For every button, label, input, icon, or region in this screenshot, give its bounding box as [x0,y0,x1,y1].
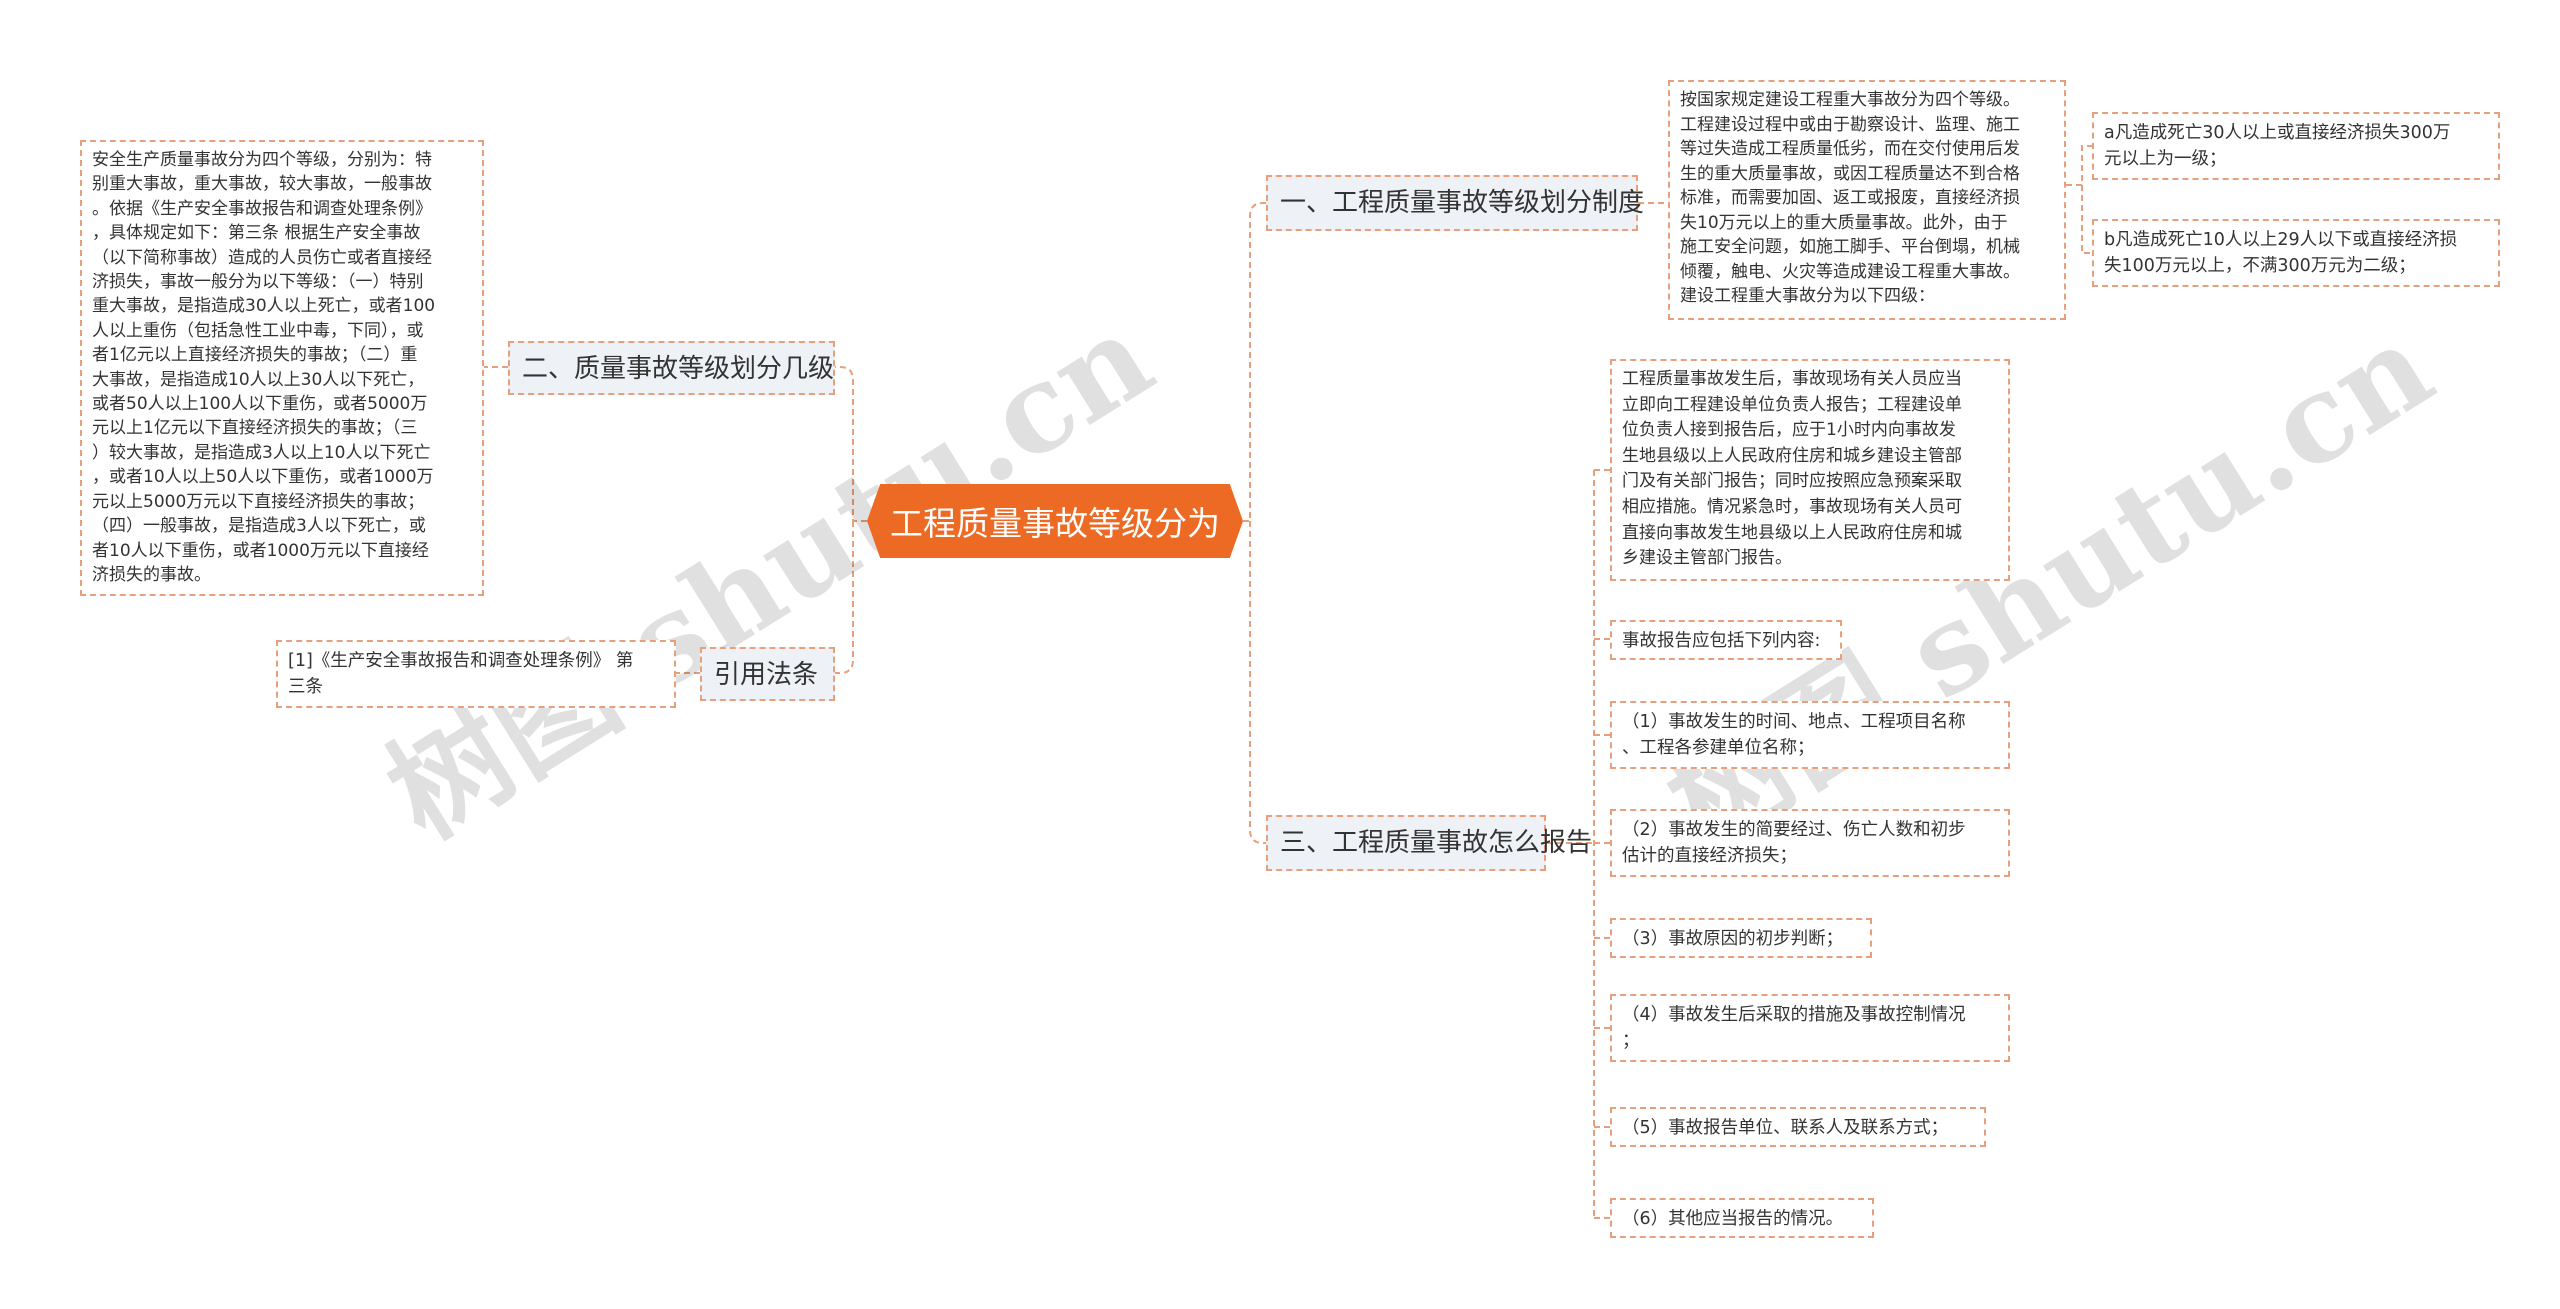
leaf-grading-system-text: 按国家规定建设工程重大事故分为四个等级。 工程建设过程中或由于勘察设计、监理、施… [1668,80,2066,320]
branch-grading-levels[interactable]: 二、质量事故等级划分几级 [508,341,835,395]
leaf-report-item-3: （3）事故原因的初步判断； [1610,918,1872,958]
leaf-report-procedure: 工程质量事故发生后，事故现场有关人员应当 立即向工程建设单位负责人报告；工程建设… [1610,359,2010,581]
leaf-citation-ref[interactable]: [1]《生产安全事故报告和调查处理条例》 第 三条 [276,640,676,708]
branch-grading-system[interactable]: 一、工程质量事故等级划分制度 [1266,175,1644,231]
leaf-report-item-2: （2）事故发生的简要经过、伤亡人数和初步 估计的直接经济损失； [1610,809,2010,877]
leaf-grade-b: b凡造成死亡10人以上29人以下或直接经济损 失100万元以上，不满300万元为… [2092,219,2500,287]
root-node[interactable]: 工程质量事故等级分为 [867,484,1243,558]
leaf-report-item-4: （4）事故发生后采取的措施及事故控制情况 ； [1610,994,2010,1062]
leaf-report-item-6: （6）其他应当报告的情况。 [1610,1198,1874,1238]
leaf-grade-a: a凡造成死亡30人以上或直接经济损失300万 元以上为一级； [2092,112,2500,180]
leaf-report-contents-intro: 事故报告应包括下列内容: [1610,620,1842,660]
leaf-report-item-5: （5）事故报告单位、联系人及联系方式； [1610,1107,1986,1147]
leaf-grading-levels-text: 安全生产质量事故分为四个等级，分别为：特 别重大事故，重大事故，较大事故，一般事… [80,140,484,596]
branch-legal-citation[interactable]: 引用法条 [700,647,835,701]
branch-how-to-report[interactable]: 三、工程质量事故怎么报告 [1266,815,1592,871]
leaf-report-item-1: （1）事故发生的时间、地点、工程项目名称 、工程各参建单位名称； [1610,701,2010,769]
